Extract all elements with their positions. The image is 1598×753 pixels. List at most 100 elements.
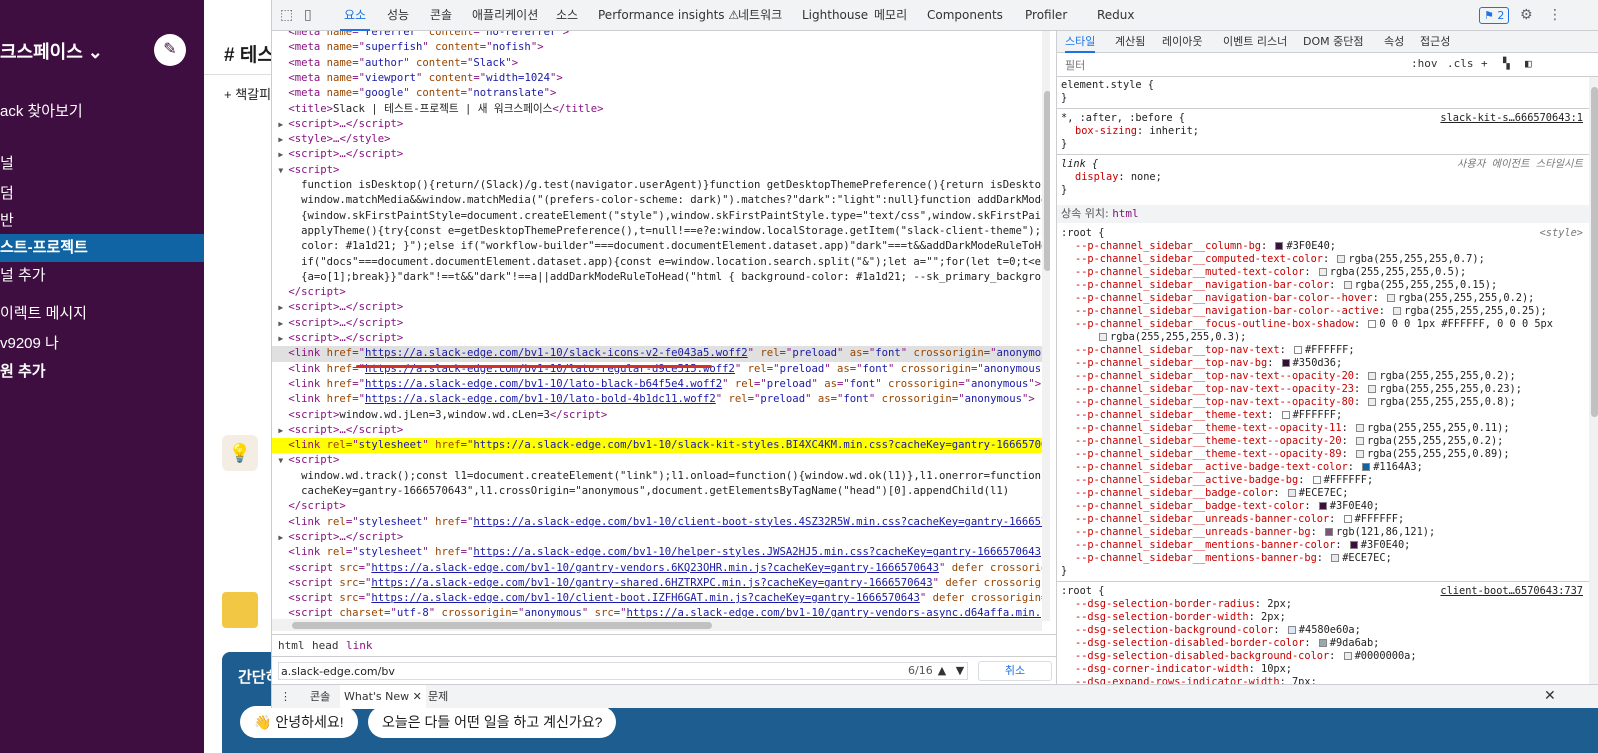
style-declaration[interactable]: --p-channel_sidebar__computed-text-color… xyxy=(1057,253,1589,266)
dom-node-line[interactable]: ▼ <script> xyxy=(272,453,1042,468)
dom-node-line[interactable]: <link href="https://a.slack-edge.com/bv1… xyxy=(272,346,1042,362)
property-value[interactable]: rgba(255,255,255,0.25); xyxy=(1404,305,1547,317)
dom-node-line[interactable]: ▶ <script>…</script> xyxy=(272,423,1042,438)
style-declaration[interactable]: --p-channel_sidebar__navigation-bar-colo… xyxy=(1057,305,1589,318)
property-name[interactable]: --p-channel_sidebar__mentions-banner-bg xyxy=(1075,552,1317,564)
color-swatch-icon[interactable] xyxy=(1275,242,1284,250)
property-value[interactable]: #FFFFFF; xyxy=(1293,409,1343,421)
style-declaration[interactable]: --p-channel_sidebar__mentions-banner-bg:… xyxy=(1057,552,1589,565)
color-swatch-icon[interactable] xyxy=(1368,320,1377,328)
workspace-name[interactable]: 크스페이스 ⌄ xyxy=(0,38,103,64)
style-declaration[interactable]: --p-channel_sidebar__top-nav-text--opaci… xyxy=(1057,383,1589,396)
devtools-tab[interactable]: Components xyxy=(923,0,1007,31)
style-declaration[interactable]: --p-channel_sidebar__theme-text--opacity… xyxy=(1057,448,1589,461)
property-name[interactable]: --dsg-selection-background-color xyxy=(1075,624,1273,636)
dom-node-line[interactable]: ▶ <script>…</script> xyxy=(272,300,1042,315)
color-swatch-icon[interactable] xyxy=(1355,450,1364,458)
style-declaration[interactable]: --p-channel_sidebar__theme-text--opacity… xyxy=(1057,422,1589,435)
rule-close-brace[interactable]: } xyxy=(1057,565,1589,578)
property-value[interactable]: rgb(121,86,121); xyxy=(1336,526,1435,538)
dom-node-line[interactable]: ▶ <style>…</style> xyxy=(272,132,1042,147)
dom-node-line[interactable]: <script src="https://a.slack-edge.com/bv… xyxy=(272,591,1042,606)
drawer-tab[interactable]: What's New ✕ xyxy=(340,685,426,709)
devtools-tab[interactable]: 소스 xyxy=(552,0,582,31)
property-value[interactable]: #3F0E40; xyxy=(1330,500,1380,512)
style-declaration[interactable]: --p-channel_sidebar__top-nav-text--opaci… xyxy=(1057,396,1589,409)
new-rule-button[interactable]: + xyxy=(1481,57,1488,70)
property-value[interactable]: 2px; xyxy=(1261,611,1286,623)
property-name[interactable]: --p-channel_sidebar__navigation-bar-colo… xyxy=(1075,279,1329,291)
style-declaration[interactable]: --p-channel_sidebar__theme-text--opacity… xyxy=(1057,435,1589,448)
add-bookmark-button[interactable]: + 책갈피 xyxy=(224,84,271,103)
compose-icon[interactable]: ✎ xyxy=(154,34,186,66)
color-swatch-icon[interactable] xyxy=(1324,528,1333,536)
property-name[interactable]: --p-channel_sidebar__unreads-banner-colo… xyxy=(1075,513,1329,525)
channel-title[interactable]: # 테스 xyxy=(224,40,275,67)
property-name[interactable]: --dsg-selection-border-width xyxy=(1075,611,1249,623)
sidebar-item[interactable]: v9209 나 xyxy=(0,330,204,358)
style-declaration[interactable]: --dsg-selection-disabled-border-color: #… xyxy=(1057,637,1589,650)
color-swatch-icon[interactable] xyxy=(1287,626,1296,634)
elements-dom-tree[interactable]: <meta name="referrer" content="no-referr… xyxy=(272,31,1050,634)
style-declaration[interactable]: --p-channel_sidebar__active-badge-bg: #F… xyxy=(1057,474,1589,487)
property-value[interactable]: #9da6ab; xyxy=(1330,637,1380,649)
property-value[interactable]: rgba(255,255,255,0.7); xyxy=(1348,253,1484,265)
style-declaration[interactable]: rgba(255,255,255,0.3); xyxy=(1057,331,1589,344)
dom-node-line[interactable]: <meta name="google" content="notranslate… xyxy=(272,86,1042,101)
property-value[interactable]: #3F0E40; xyxy=(1286,240,1336,252)
property-value[interactable]: 10px; xyxy=(1261,663,1292,675)
breadcrumb-head[interactable]: head xyxy=(312,639,339,652)
devtools-tab[interactable]: Lighthouse xyxy=(798,0,872,31)
color-swatch-icon[interactable] xyxy=(1318,502,1327,510)
devtools-tab[interactable]: 네트워크 xyxy=(734,0,786,31)
rule-close-brace[interactable]: } xyxy=(1057,184,1589,197)
dom-node-line[interactable]: <meta name="referrer" content="no-referr… xyxy=(272,31,1042,40)
property-value[interactable]: rgba(255,255,255,0.11); xyxy=(1367,422,1510,434)
property-name[interactable]: --dsg-expand-rows-indicator-width xyxy=(1075,676,1280,684)
style-declaration[interactable]: --p-channel_sidebar__theme-text: #FFFFFF… xyxy=(1057,409,1589,422)
property-value[interactable]: #FFFFFF; xyxy=(1324,474,1374,486)
color-swatch-icon[interactable] xyxy=(1393,307,1402,315)
property-value[interactable]: #FFFFFF; xyxy=(1305,344,1355,356)
property-name[interactable]: --dsg-selection-disabled-background-colo… xyxy=(1075,650,1329,662)
color-swatch-icon[interactable] xyxy=(1337,255,1346,263)
expand-triangle-icon[interactable]: ▶ xyxy=(278,117,288,132)
device-toolbar-icon[interactable]: ▯ xyxy=(304,7,312,23)
style-declaration[interactable]: --p-channel_sidebar__navigation-bar-colo… xyxy=(1057,292,1589,305)
drawer-menu-icon[interactable]: ⋮ xyxy=(280,685,291,709)
expand-triangle-icon[interactable]: ▼ xyxy=(278,453,288,468)
color-swatch-icon[interactable] xyxy=(1368,372,1377,380)
styles-tab[interactable]: 스타일 xyxy=(1065,31,1096,53)
styles-vertical-scrollbar[interactable] xyxy=(1589,77,1598,684)
style-declaration[interactable]: --dsg-selection-border-width: 2px; xyxy=(1057,611,1589,624)
property-name[interactable]: --p-channel_sidebar__navigation-bar-colo… xyxy=(1075,292,1373,304)
expand-triangle-icon[interactable]: ▶ xyxy=(278,147,288,162)
property-name[interactable]: --p-channel_sidebar__top-nav-text xyxy=(1075,344,1280,356)
color-swatch-icon[interactable] xyxy=(1312,476,1321,484)
sidebar-item[interactable]: 이렉트 메시지 xyxy=(0,300,204,328)
property-value[interactable]: rgba(255,255,255,0.3); xyxy=(1110,331,1246,343)
drawer-tab[interactable]: 문제 xyxy=(424,685,452,709)
color-swatch-icon[interactable] xyxy=(1349,541,1358,549)
property-name[interactable]: --dsg-corner-indicator-width xyxy=(1075,663,1249,675)
property-name[interactable]: box-sizing xyxy=(1075,125,1137,137)
property-value[interactable]: inherit; xyxy=(1149,125,1199,137)
dom-node-line[interactable]: window.wd.track();const l1=document.crea… xyxy=(272,469,1042,484)
expand-triangle-icon[interactable]: ▶ xyxy=(278,316,288,331)
dom-node-line[interactable]: cacheKey=gantry-1666570643",l1.crossOrig… xyxy=(272,484,1042,499)
style-declaration[interactable]: --p-channel_sidebar__mentions-banner-col… xyxy=(1057,539,1589,552)
hov-toggle[interactable]: :hov xyxy=(1411,57,1438,70)
color-swatch-icon[interactable] xyxy=(1287,489,1296,497)
property-name[interactable]: --dsg-selection-border-radius xyxy=(1075,598,1255,610)
dom-node-line[interactable]: <meta name="superfish" content="nofish"> xyxy=(272,40,1042,55)
search-prev-icon[interactable]: ▲ xyxy=(934,662,950,680)
dom-node-line[interactable]: ▶ <script>…</script> xyxy=(272,316,1042,331)
dom-node-line[interactable]: <meta name="viewport" content="width=102… xyxy=(272,71,1042,86)
style-declaration[interactable]: --p-channel_sidebar__unreads-banner-colo… xyxy=(1057,513,1589,526)
style-declaration[interactable]: --p-channel_sidebar__active-badge-text-c… xyxy=(1057,461,1589,474)
color-swatch-icon[interactable] xyxy=(1343,515,1352,523)
style-declaration[interactable]: --dsg-selection-background-color: #4580e… xyxy=(1057,624,1589,637)
rule-source-link[interactable]: client-boot…6570643:737 xyxy=(1440,585,1583,598)
style-declaration[interactable]: --dsg-selection-border-radius: 2px; xyxy=(1057,598,1589,611)
rule-close-brace[interactable]: } xyxy=(1057,92,1589,105)
